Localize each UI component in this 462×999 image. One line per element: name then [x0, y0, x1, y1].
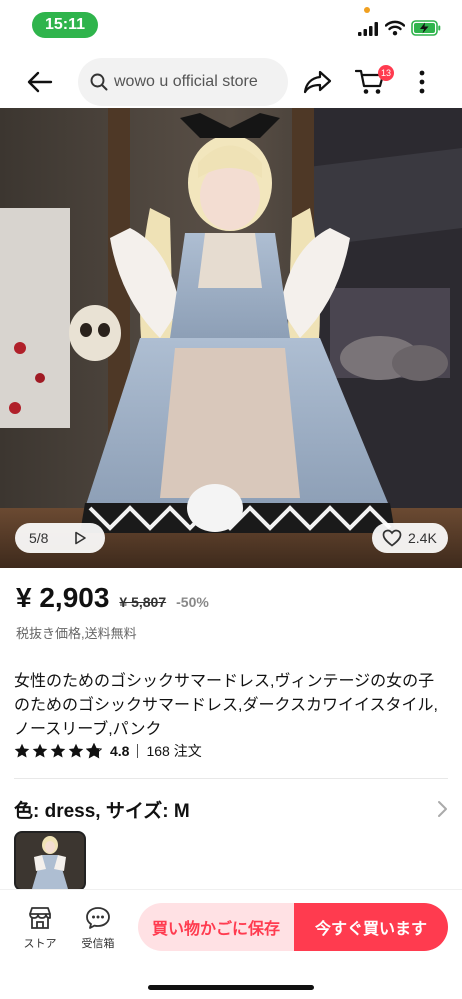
inbox-tab[interactable]: 受信箱 — [76, 906, 120, 954]
rating-row[interactable]: 4.8 168 注文 — [14, 741, 202, 761]
search-bar[interactable]: wowo u official store — [78, 58, 288, 106]
price-row: ¥ 2,903 ¥ 5,807 -50% — [16, 582, 209, 618]
product-photo — [0, 108, 462, 568]
play-icon[interactable] — [73, 531, 87, 545]
image-counter: 5/8 — [29, 530, 49, 546]
more-options-button[interactable] — [412, 68, 432, 96]
back-button[interactable] — [24, 68, 56, 96]
home-indicator[interactable] — [148, 985, 314, 990]
chat-bubble-icon — [86, 907, 110, 929]
store-tab-label: ストア — [23, 938, 57, 950]
original-price: ¥ 5,807 — [119, 594, 167, 610]
share-button[interactable] — [302, 68, 334, 96]
star-icon — [14, 743, 30, 758]
wishlist-count: 2.4K — [408, 530, 437, 546]
image-counter-pill[interactable]: 5/8 — [15, 523, 105, 553]
more-vertical-icon — [419, 70, 425, 94]
star-icon — [68, 743, 84, 758]
heart-icon — [382, 529, 402, 547]
store-tab[interactable]: ストア — [18, 906, 62, 954]
tax-shipping-note: 税抜き価格,送料無料 — [16, 626, 137, 641]
add-to-cart-button[interactable]: 買い物かごに保存 — [138, 903, 294, 951]
product-image-gallery[interactable]: 5/8 2.4K — [0, 108, 462, 568]
section-divider — [14, 778, 448, 779]
chevron-right-icon[interactable] — [436, 800, 448, 818]
search-query-text: wowo u official store — [114, 73, 258, 90]
discount-percentage: -50% — [176, 594, 209, 610]
star-icon — [32, 743, 48, 758]
rating-stars — [14, 743, 104, 759]
inbox-tab-label: 受信箱 — [81, 938, 115, 950]
top-navigation-bar: wowo u official store 13 — [0, 56, 462, 108]
buy-now-button[interactable]: 今すぐ買います — [294, 903, 448, 951]
product-title: 女性のためのゴシックサマードレス,ヴィンテージの女の子のためのゴシックサマードレ… — [14, 673, 438, 738]
bottom-action-bar: ストア 受信箱 買い物かごに保存 今すぐ買います — [0, 889, 462, 999]
star-icon — [50, 743, 66, 758]
status-time: 15:11 — [32, 12, 98, 38]
current-price: ¥ 2,903 — [16, 582, 110, 613]
wifi-icon — [385, 20, 405, 36]
variant-thumbnail[interactable] — [14, 831, 86, 891]
share-icon — [303, 70, 332, 94]
back-arrow-icon — [27, 71, 53, 93]
cart-count-badge: 13 — [378, 65, 395, 81]
status-bar: 15:11 — [0, 0, 462, 52]
rating-separator — [137, 744, 139, 758]
orders-count: 168 注文 — [146, 743, 202, 759]
store-icon — [29, 907, 51, 929]
wishlist-button[interactable]: 2.4K — [372, 523, 448, 553]
variant-selection-label[interactable]: 色: dress, サイズ: M — [14, 796, 190, 823]
search-icon — [90, 73, 108, 91]
cellular-signal-icon — [358, 22, 378, 36]
battery-charging-icon — [411, 20, 441, 36]
privacy-indicator-dot — [364, 7, 370, 13]
star-half-icon — [86, 743, 102, 759]
rating-value: 4.8 — [110, 743, 130, 759]
variant-thumbnail-image — [16, 833, 84, 889]
